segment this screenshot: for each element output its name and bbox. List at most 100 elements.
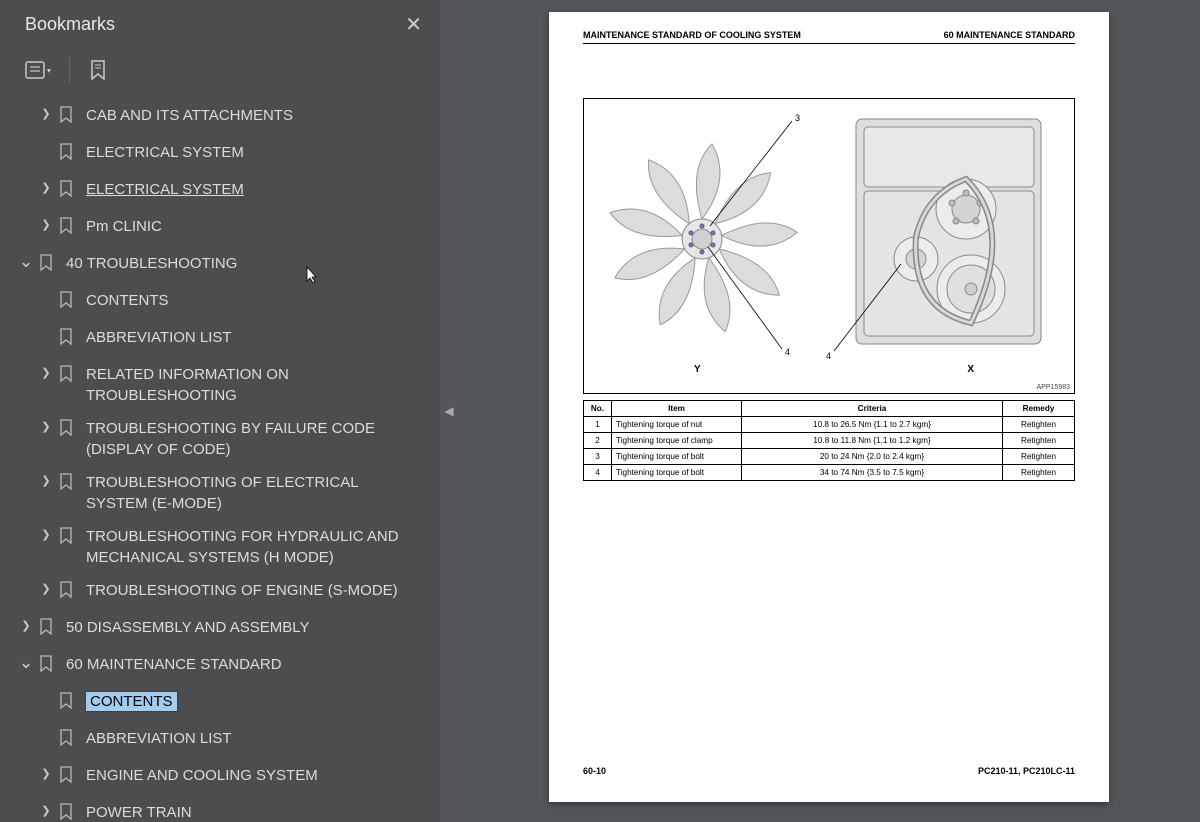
panel-title: Bookmarks — [25, 14, 115, 35]
table-cell: 10.8 to 26.5 Nm {1.1 to 2.7 kgm} — [742, 417, 1003, 433]
bookmark-item[interactable]: ❯ TROUBLESHOOTING BY FAILURE CODE (DISPLA… — [0, 412, 440, 466]
bookmark-icon — [58, 180, 78, 204]
table-cell: 1 — [584, 417, 612, 433]
figure-x-label: X — [967, 364, 974, 375]
figure-box: 3 4 — [583, 98, 1075, 394]
table-cell: 4 — [584, 465, 612, 481]
chevron-right-icon[interactable]: ❯ — [34, 420, 58, 435]
bookmark-item[interactable]: ELECTRICAL SYSTEM — [0, 136, 440, 173]
table-cell: Retighten — [1003, 417, 1075, 433]
bookmark-item[interactable]: ❯ ELECTRICAL SYSTEM — [0, 173, 440, 210]
options-icon[interactable] — [25, 59, 51, 81]
bookmark-icon — [58, 692, 78, 716]
table-cell: 20 to 24 Nm {2.0 to 2.4 kgm} — [742, 449, 1003, 465]
chevron-right-icon[interactable]: ❯ — [34, 107, 58, 122]
table-row: 4Tightening torque of bolt34 to 74 Nm {3… — [584, 465, 1075, 481]
table-row: 1Tightening torque of nut10.8 to 26.5 Nm… — [584, 417, 1075, 433]
chevron-right-icon[interactable]: ❯ — [34, 474, 58, 489]
bookmarks-tree[interactable]: ❯ CAB AND ITS ATTACHMENTS ELECTRICAL SYSTE… — [0, 95, 440, 822]
chevron-right-icon[interactable]: ❯ — [34, 767, 58, 782]
close-icon[interactable]: ✕ — [405, 12, 422, 37]
bookmark-label: ENGINE AND COOLING SYSTEM — [86, 765, 428, 786]
bookmark-icon — [38, 655, 58, 679]
bookmark-item[interactable]: ❯TROUBLESHOOTING OF ELECTRICAL SYSTEM (E… — [0, 466, 440, 520]
table-cell: Retighten — [1003, 449, 1075, 465]
bookmark-label: 60 MAINTENANCE STANDARD — [66, 654, 428, 675]
pdf-page: MAINTENANCE STANDARD OF COOLING SYSTEM 6… — [549, 12, 1109, 802]
bookmark-label: CONTENTS — [86, 691, 428, 712]
find-bookmark-icon[interactable] — [88, 59, 108, 81]
bookmark-label: CONTENTS — [86, 290, 428, 311]
chevron-right-icon[interactable]: ❯ — [34, 804, 58, 819]
bookmarks-toolbar — [0, 49, 440, 95]
table-cell: Tightening torque of bolt — [612, 449, 742, 465]
bookmark-icon — [58, 729, 78, 753]
chevron-right-icon[interactable]: ❯ — [34, 218, 58, 233]
bookmark-item[interactable]: ❯ RELATED INFORMATION ON TROUBLESHOOTING — [0, 358, 440, 412]
bookmark-item[interactable]: ❯ ENGINE AND COOLING SYSTEM — [0, 759, 440, 796]
chevron-right-icon[interactable]: ❯ — [14, 619, 38, 634]
bookmark-item[interactable]: ⌄ 40 TROUBLESHOOTING — [0, 247, 440, 284]
collapse-panel-button[interactable]: ◀ — [440, 0, 458, 822]
bookmark-label: ABBREVIATION LIST — [86, 728, 428, 749]
bookmark-item[interactable]: ❯ POWER TRAIN — [0, 796, 440, 822]
table-cell: Tightening torque of bolt — [612, 465, 742, 481]
document-viewer[interactable]: MAINTENANCE STANDARD OF COOLING SYSTEM 6… — [458, 0, 1200, 822]
spec-table: No.ItemCriteriaRemedy 1Tightening torque… — [583, 400, 1075, 481]
bookmark-item[interactable]: ⌄ 60 MAINTENANCE STANDARD — [0, 648, 440, 685]
bookmark-icon — [58, 581, 78, 605]
bookmark-icon — [58, 803, 78, 822]
bookmark-label: ELECTRICAL SYSTEM — [86, 142, 428, 163]
chevron-right-icon[interactable]: ❯ — [34, 582, 58, 597]
chevron-right-icon[interactable]: ❯ — [34, 181, 58, 196]
bookmark-item[interactable]: ABBREVIATION LIST — [0, 722, 440, 759]
bookmarks-panel: Bookmarks ✕ ❯ CAB AND ITS ATTACHMENTS ELEC… — [0, 0, 440, 822]
table-header: Remedy — [1003, 401, 1075, 417]
callout-3: 3 — [795, 113, 800, 123]
bookmark-label: CAB AND ITS ATTACHMENTS — [86, 105, 428, 126]
panel-header: Bookmarks ✕ — [0, 0, 440, 49]
bookmark-item[interactable]: CONTENTS — [0, 685, 440, 722]
bookmark-label: TROUBLESHOOTING OF ENGINE (S-MODE) — [86, 580, 428, 601]
bookmark-icon — [58, 106, 78, 130]
bookmark-item[interactable]: ❯TROUBLESHOOTING FOR HYDRAULIC AND MECHA… — [0, 520, 440, 574]
page-header: MAINTENANCE STANDARD OF COOLING SYSTEM 6… — [583, 30, 1075, 44]
engine-illustration: 4 — [816, 109, 1056, 369]
header-right: 60 MAINTENANCE STANDARD — [944, 30, 1075, 40]
footer-left: 60-10 — [583, 766, 606, 776]
bookmark-item[interactable]: CONTENTS — [0, 284, 440, 321]
bookmark-item[interactable]: ABBREVIATION LIST — [0, 321, 440, 358]
chevron-down-icon[interactable]: ⌄ — [14, 650, 38, 675]
header-left: MAINTENANCE STANDARD OF COOLING SYSTEM — [583, 30, 801, 40]
chevron-right-icon[interactable]: ❯ — [34, 366, 58, 381]
bookmark-item[interactable]: ❯ TROUBLESHOOTING OF ENGINE (S-MODE) — [0, 574, 440, 611]
bookmark-item[interactable]: ❯ Pm CLINIC — [0, 210, 440, 247]
table-cell: Tightening torque of clamp — [612, 433, 742, 449]
bookmark-icon — [58, 365, 78, 389]
table-cell: 3 — [584, 449, 612, 465]
chevron-right-icon[interactable]: ❯ — [34, 528, 58, 543]
table-cell: Retighten — [1003, 433, 1075, 449]
bookmark-label: ABBREVIATION LIST — [86, 327, 428, 348]
table-header: No. — [584, 401, 612, 417]
chevron-down-icon[interactable]: ⌄ — [14, 249, 38, 274]
table-row: 3Tightening torque of bolt20 to 24 Nm {2… — [584, 449, 1075, 465]
bookmark-label: RELATED INFORMATION ON TROUBLESHOOTING — [86, 364, 428, 406]
bookmark-icon — [58, 291, 78, 315]
bookmark-icon — [58, 766, 78, 790]
bookmark-label: TROUBLESHOOTING BY FAILURE CODE (DISPLAY… — [86, 418, 428, 460]
bookmark-icon — [58, 217, 78, 241]
bookmark-icon — [38, 618, 58, 642]
bookmark-label: POWER TRAIN — [86, 802, 428, 822]
bookmark-label: ELECTRICAL SYSTEM — [86, 179, 428, 200]
bookmark-item[interactable]: ❯50 DISASSEMBLY AND ASSEMBLY — [0, 611, 440, 648]
bookmark-icon — [58, 143, 78, 167]
bookmark-label: Pm CLINIC — [86, 216, 428, 237]
figure-y-label: Y — [694, 364, 701, 375]
bookmark-label: 40 TROUBLESHOOTING — [66, 253, 428, 274]
bookmark-icon — [58, 473, 78, 497]
bookmark-item[interactable]: ❯ CAB AND ITS ATTACHMENTS — [0, 99, 440, 136]
page-footer: 60-10 PC210-11, PC210LC-11 — [583, 766, 1075, 776]
table-header: Item — [612, 401, 742, 417]
table-cell: 10.8 to 11.8 Nm {1.1 to 1.2 kgm} — [742, 433, 1003, 449]
